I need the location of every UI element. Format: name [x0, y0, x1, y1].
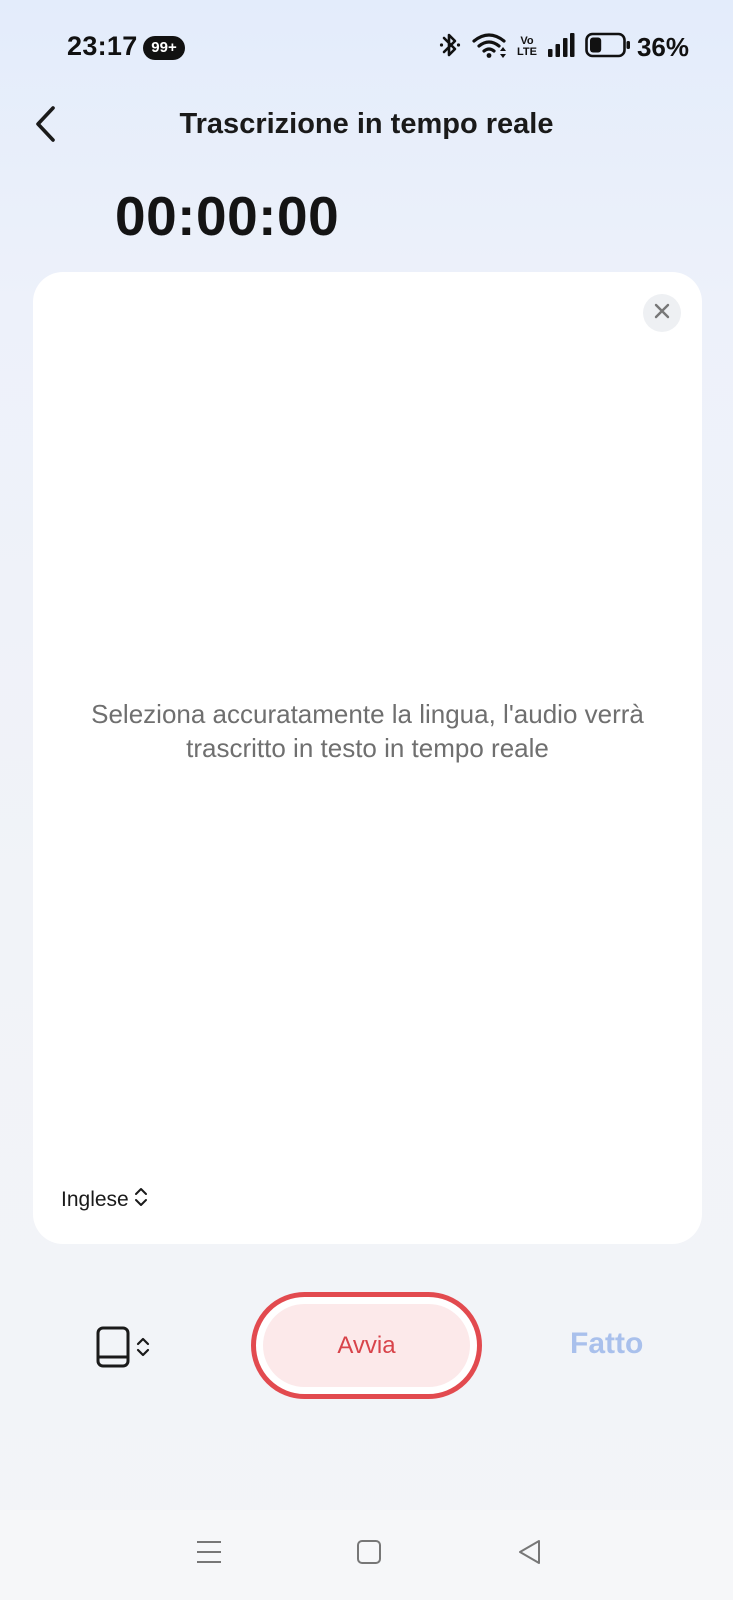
back-nav-button[interactable] — [507, 1532, 551, 1576]
audio-source-selector[interactable] — [96, 1326, 150, 1373]
square-icon — [356, 1539, 382, 1570]
close-icon — [654, 303, 670, 324]
battery-icon — [585, 32, 631, 63]
tablet-icon — [96, 1326, 130, 1373]
volte-icon: Vo LTE — [517, 36, 537, 58]
volte-bottom-label: LTE — [516, 46, 537, 58]
page-title: Trascrizione in tempo reale — [179, 108, 554, 140]
start-button-label: Avvia — [263, 1304, 470, 1387]
close-button[interactable] — [643, 294, 681, 332]
start-button[interactable]: Avvia — [251, 1292, 482, 1399]
navigation-bar — [0, 1510, 733, 1600]
home-button[interactable] — [347, 1532, 391, 1576]
status-time: 23:17 — [67, 31, 138, 61]
notification-count-badge: 99+ — [143, 36, 185, 60]
status-bar: 23:17 99+ Vo LTE 36% — [0, 0, 733, 96]
language-selector[interactable]: Inglese — [61, 1186, 148, 1214]
signal-icon — [547, 32, 575, 63]
menu-icon — [195, 1539, 223, 1570]
done-button[interactable]: Fatto — [570, 1327, 643, 1361]
chevron-up-down-icon — [134, 1186, 148, 1214]
recording-timer: 00:00:00 — [115, 185, 340, 247]
transcript-card: Seleziona accuratamente la lingua, l'aud… — [33, 272, 702, 1244]
battery-percentage: 36% — [636, 31, 689, 62]
chevron-up-down-icon — [136, 1335, 150, 1364]
transcript-hint: Seleziona accuratamente la lingua, l'aud… — [91, 699, 644, 763]
language-label: Inglese — [61, 1188, 129, 1211]
triangle-back-icon — [516, 1538, 542, 1571]
bluetooth-icon — [439, 31, 461, 64]
status-icons: Vo LTE 36% — [439, 30, 689, 64]
recent-apps-button[interactable] — [187, 1532, 231, 1576]
audio-wave-icon — [30, 196, 92, 245]
wifi-icon — [471, 31, 507, 64]
